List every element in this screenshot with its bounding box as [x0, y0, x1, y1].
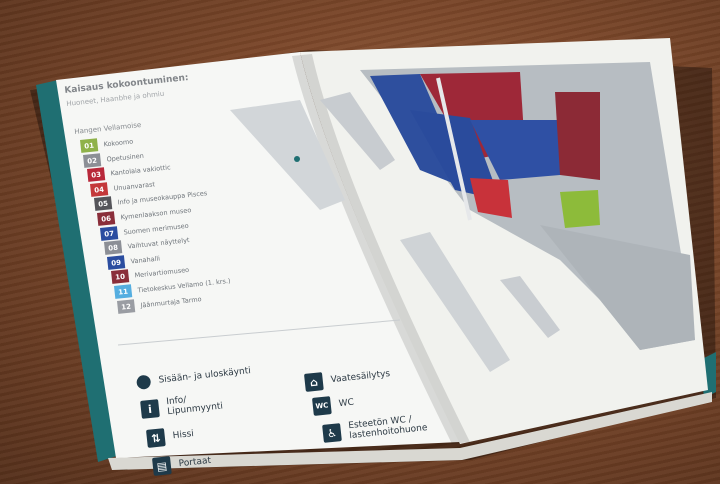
elevator-icon: ⇅: [146, 428, 166, 448]
legend-number-badge: 06: [97, 211, 116, 226]
legend-label: Opetusinen: [106, 150, 145, 163]
accessible-wc-icon: ♿: [322, 423, 342, 444]
legend-label: Vanahalli: [130, 253, 161, 265]
info-icon: i: [140, 399, 160, 420]
legend-number-badge: 09: [107, 255, 126, 270]
key-wc-label: WC: [338, 397, 355, 410]
legend-number-badge: 03: [86, 167, 106, 183]
map-zone-red-3: [555, 92, 600, 180]
legend-label: Kokoomo: [103, 136, 134, 149]
legend-number-badge: 11: [114, 284, 133, 299]
legend-number-badge: 07: [100, 225, 119, 241]
stairs-icon: ▤: [152, 456, 172, 476]
mini-map-marker: [294, 156, 300, 162]
key-cloakroom-label: Vaatesäilytys: [330, 368, 391, 386]
key-stairs-label: Portaat: [178, 455, 212, 470]
legend-number-badge: 10: [110, 269, 129, 285]
map-zone-green: [560, 190, 600, 228]
legend-label: Unuanvarast: [113, 179, 156, 192]
legend-number-badge: 05: [93, 196, 112, 212]
legend-number-badge: 01: [80, 138, 99, 153]
wc-icon: WC: [312, 396, 332, 416]
entrance-icon: [136, 374, 152, 390]
key-elevator-label: Hissi: [172, 428, 195, 442]
legend-number-badge: 02: [83, 152, 102, 168]
legend-number-badge: 12: [117, 298, 136, 314]
hanger-icon: ⌂: [304, 372, 324, 392]
legend-number-badge: 04: [90, 182, 109, 197]
legend-number-badge: 08: [103, 240, 123, 256]
